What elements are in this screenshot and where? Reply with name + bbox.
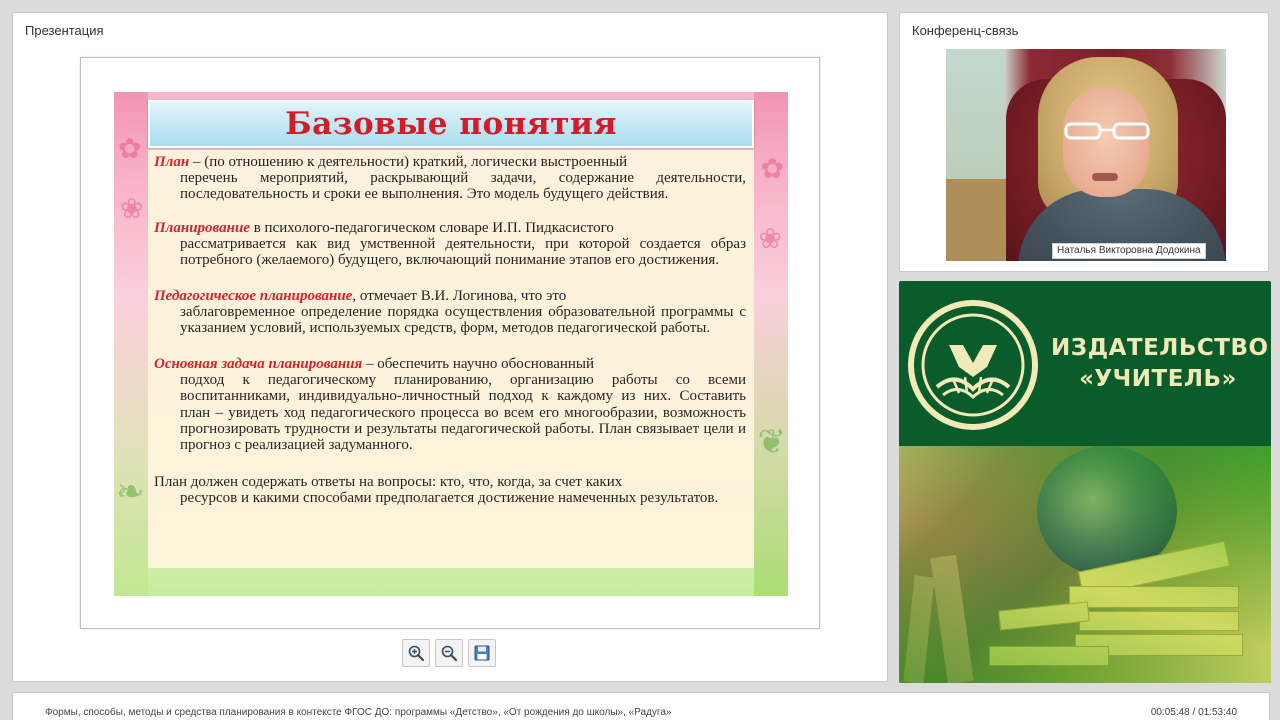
term-label: Планирование bbox=[154, 220, 250, 236]
definition-pedagogical-planning: Педагогическое планирование, отмечает В.… bbox=[154, 288, 746, 337]
definition-text: перечень мероприятий, раскрывающий задач… bbox=[180, 170, 746, 203]
conference-panel: Конференц-связь Наталья Викторовна Додок… bbox=[899, 12, 1269, 272]
definition-first-line: – обеспечить научно обоснованный bbox=[362, 356, 595, 372]
plan-questions-first-line: План должен содержать ответы на вопросы:… bbox=[154, 474, 623, 490]
definition-first-line: – (по отношению к деятельности) краткий,… bbox=[189, 154, 628, 170]
slide-title-bar: Базовые понятия bbox=[148, 100, 754, 148]
term-label: План bbox=[154, 154, 190, 170]
presentation-panel-title: Презентация bbox=[25, 23, 104, 38]
save-button[interactable] bbox=[468, 639, 496, 667]
zoom-in-button[interactable] bbox=[402, 639, 430, 667]
presentation-panel: Презентация ✿ ❀ ✿ ❀ ❦ ❧ Базовые понятия … bbox=[12, 12, 888, 682]
definition-plan: План – (по отношению к деятельности) кра… bbox=[154, 154, 746, 203]
webcam-video[interactable]: Наталья Викторовна Додокина bbox=[946, 49, 1226, 261]
zoom-in-icon bbox=[408, 645, 425, 662]
leaf-icon: ❧ bbox=[116, 472, 145, 512]
publisher-photo-overlay bbox=[899, 446, 1271, 683]
slide: ✿ ❀ ✿ ❀ ❦ ❧ Базовые понятия План – (по о… bbox=[114, 92, 788, 596]
video-person-mouth bbox=[1092, 173, 1118, 181]
zoom-out-button[interactable] bbox=[435, 639, 463, 667]
publisher-photo bbox=[899, 446, 1271, 683]
floppy-disk-icon bbox=[474, 645, 490, 661]
publisher-banner: ИЗДАТЕЛЬСТВО «УЧИТЕЛЬ» bbox=[899, 281, 1271, 683]
definition-text: подход к педагогическому планированию, о… bbox=[180, 372, 746, 454]
conference-panel-title: Конференц-связь bbox=[912, 23, 1019, 38]
footer-bar: Формы, способы, методы и средства планир… bbox=[12, 692, 1270, 720]
participant-name-tag: Наталья Викторовна Додокина bbox=[1052, 243, 1206, 259]
definition-text: заблаговременное определение порядка осу… bbox=[180, 304, 746, 337]
publisher-header: ИЗДАТЕЛЬСТВО «УЧИТЕЛЬ» bbox=[899, 281, 1271, 446]
flower-icon: ❀ bbox=[120, 192, 144, 225]
flower-icon: ✿ bbox=[760, 152, 784, 185]
publisher-name: ИЗДАТЕЛЬСТВО «УЧИТЕЛЬ» bbox=[1051, 333, 1269, 395]
publisher-logo-icon bbox=[908, 300, 1038, 430]
slide-toolbar bbox=[402, 639, 498, 669]
course-title: Формы, способы, методы и средства планир… bbox=[45, 707, 672, 718]
definition-first-line: в психолого-педагогическом словаре И.П. … bbox=[249, 220, 614, 236]
playback-time: 00:05:48 / 01:53:40 bbox=[1150, 707, 1237, 718]
slide-heading: Базовые понятия bbox=[285, 106, 617, 142]
definition-planning: Планирование в психолого-педагогическом … bbox=[154, 220, 746, 269]
leaf-icon: ❦ bbox=[757, 422, 787, 462]
flower-icon: ❀ bbox=[758, 222, 782, 255]
definition-first-line: , отмечает В.И. Логинова, что это bbox=[352, 288, 567, 304]
slide-viewer[interactable]: ✿ ❀ ✿ ❀ ❦ ❧ Базовые понятия План – (по о… bbox=[80, 57, 820, 629]
publisher-name-line-2: «УЧИТЕЛЬ» bbox=[1079, 366, 1237, 392]
plan-questions: План должен содержать ответы на вопросы:… bbox=[154, 474, 746, 506]
term-label: Основная задача планирования bbox=[154, 356, 363, 372]
video-background-floor bbox=[946, 179, 1006, 261]
definition-main-task: Основная задача планирования – обеспечит… bbox=[154, 356, 746, 453]
term-label: Педагогическое планирование bbox=[154, 288, 353, 304]
glasses-icon bbox=[1064, 122, 1150, 140]
slide-body: План – (по отношению к деятельности) кра… bbox=[148, 150, 754, 568]
definition-text: рассматривается как вид умственной деяте… bbox=[180, 236, 746, 269]
plan-questions-text: ресурсов и какими способами предполагает… bbox=[180, 490, 719, 507]
flower-icon: ✿ bbox=[118, 132, 142, 165]
zoom-out-icon bbox=[441, 645, 458, 662]
publisher-name-line-1: ИЗДАТЕЛЬСТВО bbox=[1051, 335, 1269, 361]
slide-left-decoration bbox=[114, 92, 148, 596]
